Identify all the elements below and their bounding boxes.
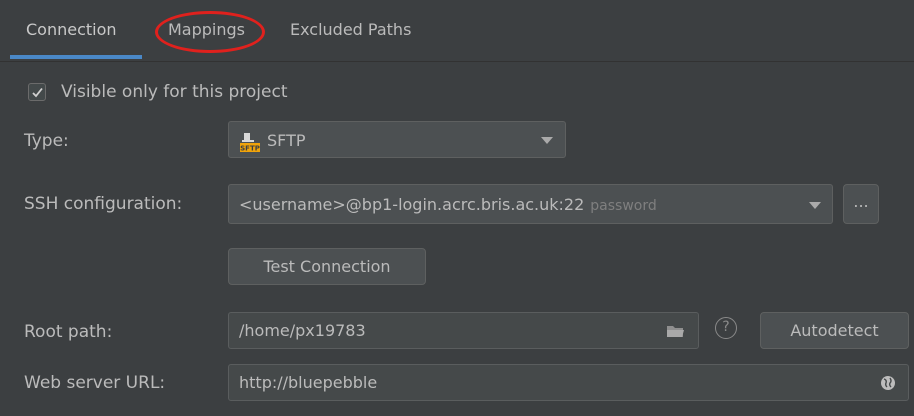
ssh-config-value: <username>@bp1-login.acrc.bris.ac.uk:22 p… xyxy=(239,195,657,214)
root-path-label: Root path: xyxy=(24,322,113,342)
ssh-config-browse-button[interactable]: ... xyxy=(843,184,879,224)
visible-only-label: Visible only for this project xyxy=(61,82,288,102)
test-connection-button[interactable]: Test Connection xyxy=(228,248,426,285)
type-value: SFTP xyxy=(267,131,306,150)
globe-icon[interactable] xyxy=(880,375,896,391)
tab-excluded-paths[interactable]: Excluded Paths xyxy=(290,20,411,39)
web-server-url-value: http://bluepebble xyxy=(239,373,378,392)
sftp-icon: SFTP xyxy=(240,133,260,153)
type-label: Type: xyxy=(24,131,69,151)
web-server-url-input[interactable]: http://bluepebble xyxy=(228,364,909,401)
svg-text:SFTP: SFTP xyxy=(240,145,260,153)
chevron-down-icon xyxy=(541,137,553,144)
tab-bar: Connection Mappings Excluded Paths xyxy=(0,0,914,62)
web-server-url-label: Web server URL: xyxy=(24,373,166,393)
checkmark-icon xyxy=(32,87,43,98)
tab-connection[interactable]: Connection xyxy=(26,20,117,39)
ssh-config-auth-hint: password xyxy=(590,198,657,214)
root-path-value: /home/px19783 xyxy=(239,321,366,340)
type-dropdown[interactable]: SFTP SFTP xyxy=(228,121,566,158)
root-path-input[interactable]: /home/px19783 xyxy=(228,312,699,349)
tab-mappings[interactable]: Mappings xyxy=(168,20,245,39)
active-tab-indicator xyxy=(10,55,142,59)
ssh-config-dropdown[interactable]: <username>@bp1-login.acrc.bris.ac.uk:22 p… xyxy=(228,184,833,224)
autodetect-button[interactable]: Autodetect xyxy=(760,312,909,349)
ssh-config-host: <username>@bp1-login.acrc.bris.ac.uk:22 xyxy=(239,195,585,214)
folder-icon[interactable] xyxy=(666,324,685,339)
visible-only-checkbox[interactable] xyxy=(28,83,46,101)
chevron-down-icon xyxy=(809,202,821,209)
help-icon[interactable]: ? xyxy=(715,317,737,339)
ssh-config-label: SSH configuration: xyxy=(24,194,183,214)
